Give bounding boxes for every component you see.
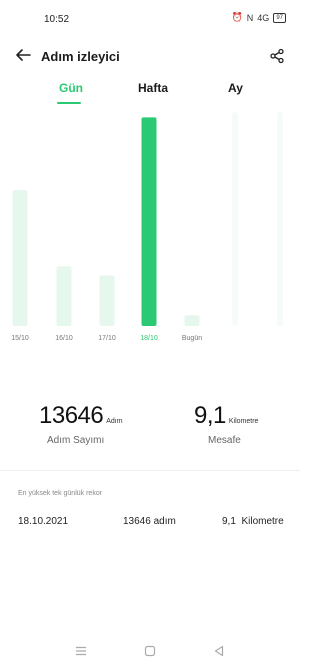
battery-icon: 97: [273, 12, 286, 23]
tab-day[interactable]: Gün: [59, 81, 83, 95]
bar-18/10[interactable]: [141, 117, 157, 327]
bar-16/10[interactable]: [56, 266, 72, 326]
status-icons: ⏰ N 4G 97: [232, 12, 286, 23]
page-title: Adım izleyici: [41, 49, 120, 64]
step-bar-chart[interactable]: 15/10 16/10 17/10 18/10 Bugün: [0, 108, 300, 348]
distance-value: 9,1: [194, 402, 226, 429]
network-badge: N: [246, 12, 254, 23]
bar-Bugün[interactable]: [184, 315, 200, 326]
bar-15/10[interactable]: [12, 189, 28, 326]
steps-unit: Adım: [106, 418, 123, 425]
distance-unit: Kilometre: [228, 418, 259, 425]
tick-label: 17/10: [98, 335, 116, 342]
menu-icon[interactable]: [74, 644, 88, 658]
tab-month[interactable]: Ay: [228, 81, 243, 95]
record-date: 18.10.2021: [18, 516, 69, 527]
distance-label: Mesafe: [208, 435, 241, 446]
status-time: 10:52: [44, 14, 70, 25]
alarm-icon: ⏰: [231, 12, 243, 22]
tick-label: Bugün: [182, 335, 202, 342]
record-distance: 9,1 Kilometre: [222, 516, 284, 527]
record-steps: 13646 adım: [123, 516, 176, 527]
back-triangle-icon[interactable]: [212, 644, 226, 658]
record-heading: En yüksek tek günlük rekor: [18, 490, 103, 497]
steps-value: 13646: [39, 402, 104, 429]
share-icon[interactable]: [269, 48, 285, 64]
home-icon[interactable]: [143, 644, 157, 658]
empty-day-column: [232, 112, 238, 326]
tab-indicator: [57, 102, 81, 104]
empty-day-column: [277, 112, 283, 326]
arrow-left-icon[interactable]: [14, 46, 32, 64]
tab-week[interactable]: Hafta: [138, 81, 168, 95]
tick-label: 18/10: [140, 335, 158, 342]
divider: [0, 470, 300, 471]
tick-label: 16/10: [55, 335, 73, 342]
steps-label: Adım Sayımı: [47, 435, 105, 446]
bar-17/10[interactable]: [99, 275, 115, 326]
signal-icon: 4G: [257, 12, 270, 23]
steps-stat: 13646 Adım: [39, 402, 123, 430]
distance-stat: 9,1 Kilometre: [194, 402, 258, 430]
tick-label: 15/10: [11, 335, 29, 342]
